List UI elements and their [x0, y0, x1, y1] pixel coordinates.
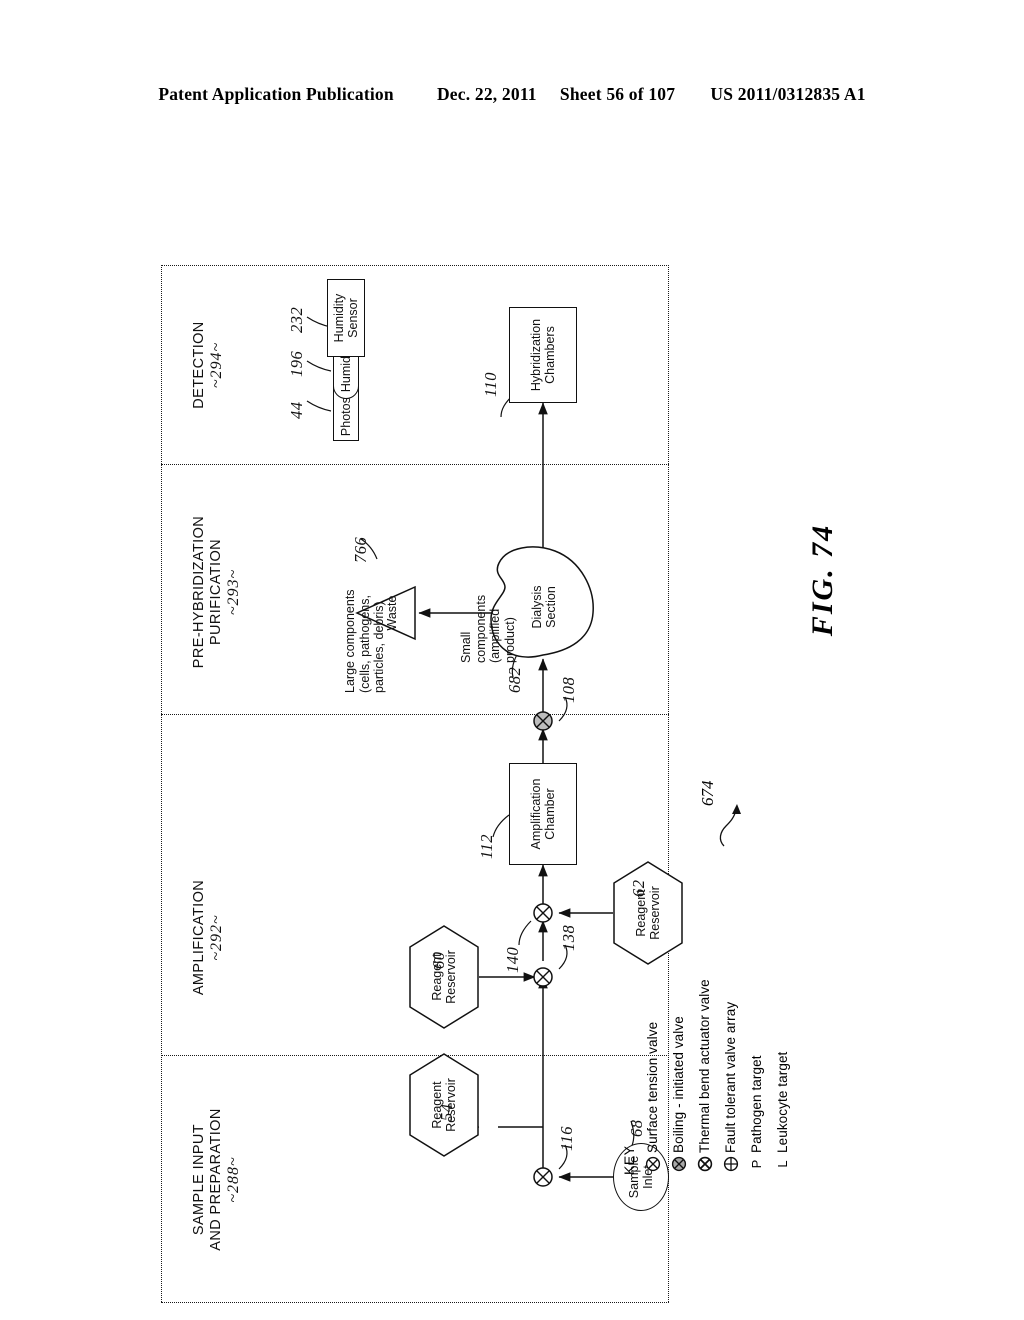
amplification-chamber-label: Amplification Chamber [529, 778, 557, 850]
amplification-chamber-node[interactable]: Amplification Chamber [509, 763, 577, 865]
boiling-initiated-valve-icon [671, 1153, 687, 1175]
waste-label: Waste [385, 595, 399, 631]
key-label-leukocyte-target: Leukocyte target [775, 1051, 790, 1153]
ref-112: 112 [477, 833, 496, 859]
ref-60: 60 [429, 951, 448, 970]
fault-tolerant-valve-array-icon [723, 1153, 739, 1175]
assembly-reference-number: 674 [698, 780, 717, 807]
key-item-fault-tolerant-valve-array: Fault tolerant valve array [721, 1002, 740, 1175]
waste-node[interactable]: Waste [377, 587, 407, 639]
leukocyte-target-icon: L [775, 1160, 790, 1168]
humidity-sensor-node[interactable]: Humidity Sensor [327, 279, 365, 357]
thermal-bend-actuator-valve-icon [697, 1153, 713, 1175]
humidity-sensor-label: Humidity Sensor [332, 293, 360, 343]
surface-tension-valve-icon [645, 1153, 661, 1175]
hybridization-chambers-label: Hybridization Chambers [529, 318, 557, 392]
ref-138: 138 [559, 924, 578, 951]
ref-116: 116 [557, 1125, 576, 1151]
assembly-leader-icon [719, 804, 741, 847]
flow-diagram: SAMPLE INPUT AND PREPARATION ~288~ AMPLI… [161, 263, 683, 1303]
reagent-reservoir-60-label: Reagent Reservoir [430, 950, 458, 1004]
ref-196: 196 [287, 350, 306, 377]
figure-label: FIG. 74 [806, 523, 839, 637]
dialysis-section-node[interactable]: Dialysis Section [521, 567, 567, 647]
ref-108: 108 [559, 676, 578, 703]
hybridization-chambers-node[interactable]: Hybridization Chambers [509, 307, 577, 403]
key-item-leukocyte-target: L Leukocyte target [773, 1052, 792, 1175]
section-title-pre-hybridization: PRE-HYBRIDIZATION PURIFICATION ~293~ [191, 515, 242, 669]
key-item-pathogen-target: P Pathogen target [747, 1055, 766, 1175]
pathogen-target-icon: P [749, 1159, 764, 1169]
key-legend: KEY Surface tension valve Boiling - init… [621, 875, 811, 1175]
section-divider-3 [161, 464, 669, 465]
ref-232: 232 [287, 306, 306, 333]
section-title-sample-input: SAMPLE INPUT AND PREPARATION ~288~ [191, 1108, 242, 1251]
ref-682: 682 [505, 666, 524, 693]
ref-44: 44 [287, 401, 306, 420]
key-label-pathogen-target: Pathogen target [749, 1055, 764, 1153]
key-item-surface-tension-valve: Surface tension valve [643, 1022, 662, 1175]
ref-140: 140 [503, 946, 522, 973]
key-item-thermal-bend-actuator-valve: Thermal bend actuator valve [695, 979, 714, 1175]
section-title-amplification: AMPLIFICATION ~292~ [191, 879, 225, 996]
ref-110: 110 [481, 371, 500, 397]
key-item-boiling-initiated-valve: Boiling - initiated valve [669, 1016, 688, 1175]
key-label-surface-tension-valve: Surface tension valve [645, 1021, 660, 1153]
key-title: KEY [621, 1145, 637, 1175]
small-components-annotation: Small components (amplified product) [459, 594, 517, 663]
key-label-boiling-initiated-valve: Boiling - initiated valve [671, 1016, 686, 1153]
key-label-fault-tolerant-valve-array: Fault tolerant valve array [723, 1001, 738, 1153]
ref-766: 766 [351, 536, 370, 563]
section-title-detection: DETECTION ~294~ [191, 321, 225, 409]
dialysis-section-label: Dialysis Section [530, 585, 558, 629]
section-divider-2 [161, 714, 669, 715]
ref-54: 54 [437, 1103, 456, 1122]
assembly-reference: 674 [690, 781, 810, 860]
reagent-reservoir-60-node[interactable]: Reagent Reservoir [409, 925, 479, 1029]
figure-area: SAMPLE INPUT AND PREPARATION ~288~ AMPLI… [0, 0, 1024, 1320]
key-label-thermal-bend-actuator-valve: Thermal bend actuator valve [697, 979, 712, 1153]
